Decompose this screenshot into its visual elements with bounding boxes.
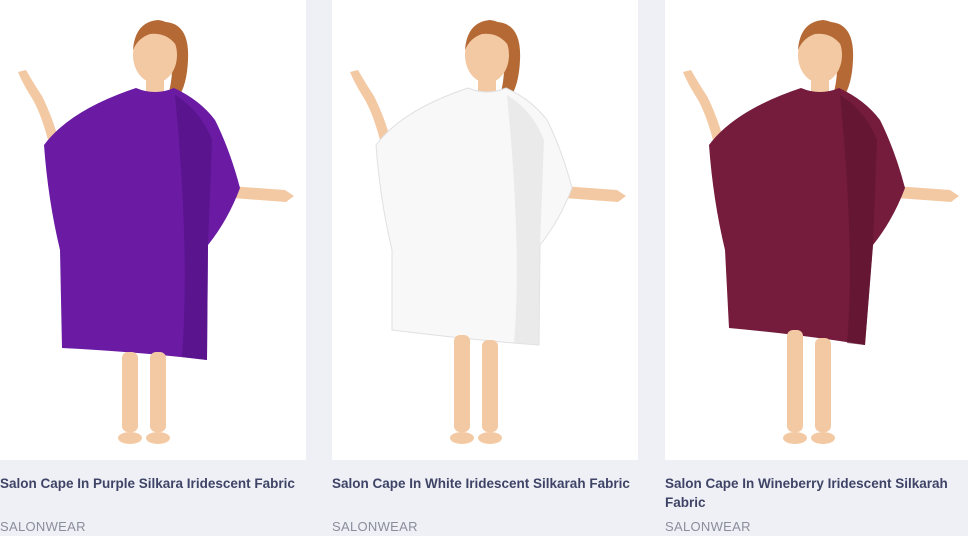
product-card: Salon Cape In White Iridescent Silkarah … <box>332 0 638 536</box>
product-image-link[interactable] <box>665 0 968 460</box>
product-image-link[interactable] <box>332 0 638 460</box>
product-image <box>18 20 294 444</box>
product-title[interactable]: Salon Cape In Wineberry Iridescent Silka… <box>665 474 968 512</box>
product-card: Salon Cape In Wineberry Iridescent Silka… <box>665 0 968 536</box>
product-brand[interactable]: SALONWEAR <box>0 519 86 534</box>
product-card: Salon Cape In Purple Silkara Iridescent … <box>0 0 306 536</box>
product-image <box>683 20 959 444</box>
product-image-link[interactable] <box>0 0 306 460</box>
product-brand[interactable]: SALONWEAR <box>665 519 751 534</box>
product-brand[interactable]: SALONWEAR <box>332 519 418 534</box>
product-grid: Salon Cape In Purple Silkara Iridescent … <box>0 0 968 536</box>
product-title[interactable]: Salon Cape In White Iridescent Silkarah … <box>332 474 638 493</box>
product-title[interactable]: Salon Cape In Purple Silkara Iridescent … <box>0 474 306 493</box>
product-image <box>350 20 626 444</box>
